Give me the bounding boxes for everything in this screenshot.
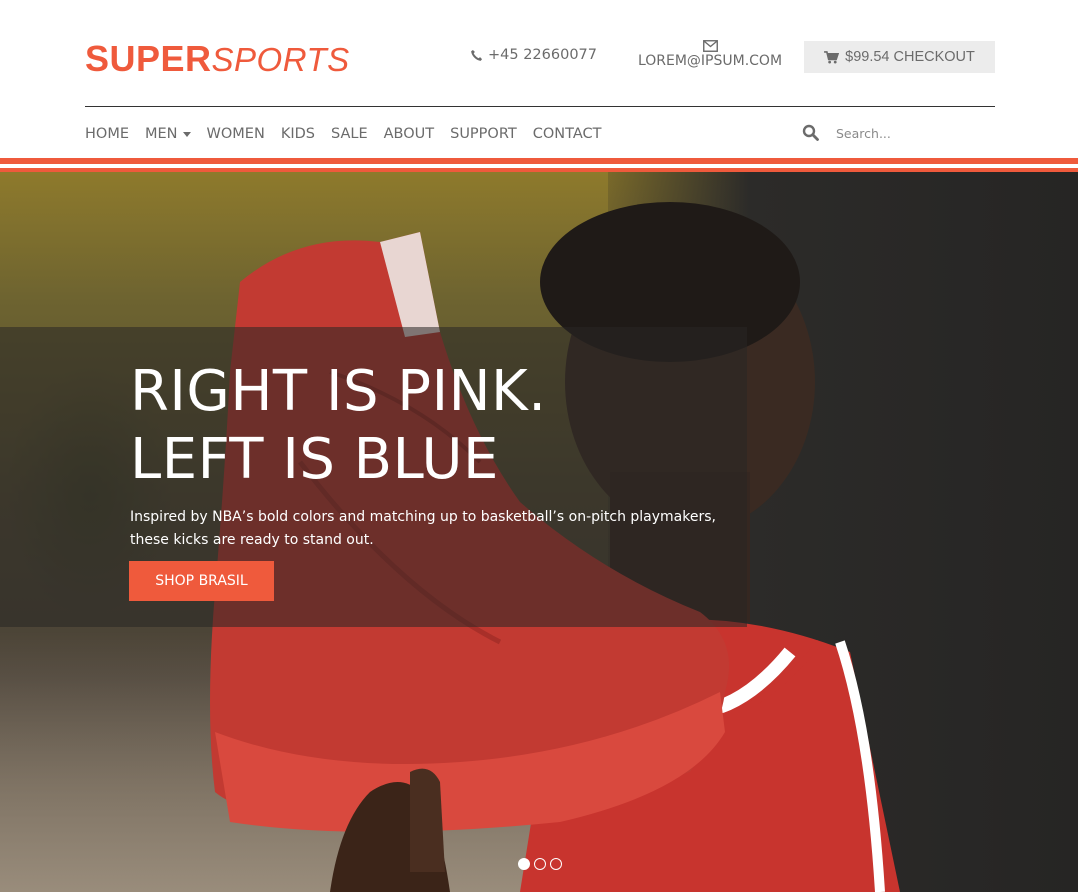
hero-title-line1: RIGHT IS PINK. xyxy=(130,359,547,424)
nav-item-kids[interactable]: KIDS xyxy=(281,124,315,144)
nav-item-men[interactable]: MEN xyxy=(145,124,191,144)
cart-icon xyxy=(824,50,840,64)
nav-label: SALE xyxy=(330,126,368,142)
nav-item-support[interactable]: SUPPORT xyxy=(450,124,517,144)
carousel-indicators xyxy=(518,858,562,870)
logo-sports: SPORTS xyxy=(211,41,350,78)
nav-label: MEN xyxy=(145,126,178,142)
main-nav: HOME MEN WOMEN KIDS SALE ABOUT SUPPORT C… xyxy=(85,124,617,144)
nav-label: SUPPORT xyxy=(450,126,517,142)
header-divider xyxy=(85,106,995,107)
nav-label: HOME xyxy=(85,126,129,142)
search-input[interactable] xyxy=(830,121,995,145)
nav-label: WOMEN xyxy=(206,126,265,142)
nav-item-about[interactable]: ABOUT xyxy=(384,124,435,144)
carousel-dot-1[interactable] xyxy=(518,858,530,870)
nav-item-home[interactable]: HOME xyxy=(85,124,129,144)
checkout-button[interactable]: $99.54 CHECKOUT xyxy=(804,41,995,73)
brand-logo[interactable]: SUPERSPORTS xyxy=(85,38,350,79)
nav-item-contact[interactable]: CONTACT xyxy=(533,124,602,144)
carousel-dot-2[interactable] xyxy=(534,858,546,870)
nav-item-women[interactable]: WOMEN xyxy=(207,124,265,144)
chevron-down-icon xyxy=(182,131,191,137)
carousel-dot-3[interactable] xyxy=(550,858,562,870)
nav-label: KIDS xyxy=(280,126,315,142)
hero-title-line2: LEFT IS BLUE xyxy=(130,427,499,492)
hero-description: Inspired by NBA’s bold colors and matchi… xyxy=(130,509,716,548)
hero-title: RIGHT IS PINK. LEFT IS BLUE xyxy=(130,358,547,494)
nav-item-sale[interactable]: SALE xyxy=(331,124,368,144)
envelope-icon xyxy=(702,40,718,52)
shop-brasil-button[interactable]: SHOP BRASIL xyxy=(129,561,274,601)
email-contact[interactable]: LOREM@IPSUM.COM xyxy=(630,40,790,70)
accent-stripe-top xyxy=(0,158,1078,164)
phone-icon xyxy=(471,49,483,61)
nav-label: CONTACT xyxy=(532,126,602,142)
checkout-label: $99.54 CHECKOUT xyxy=(845,49,975,65)
email-address: LOREM@IPSUM.COM xyxy=(637,53,783,69)
phone-number: +45 22660077 xyxy=(488,47,598,63)
logo-super: SUPER xyxy=(85,38,212,79)
phone-contact: +45 22660077 xyxy=(470,47,597,63)
hero-carousel[interactable]: RIGHT IS PINK. LEFT IS BLUE Inspired by … xyxy=(0,172,1078,892)
search-icon[interactable] xyxy=(802,124,820,142)
nav-label: ABOUT xyxy=(383,126,435,142)
